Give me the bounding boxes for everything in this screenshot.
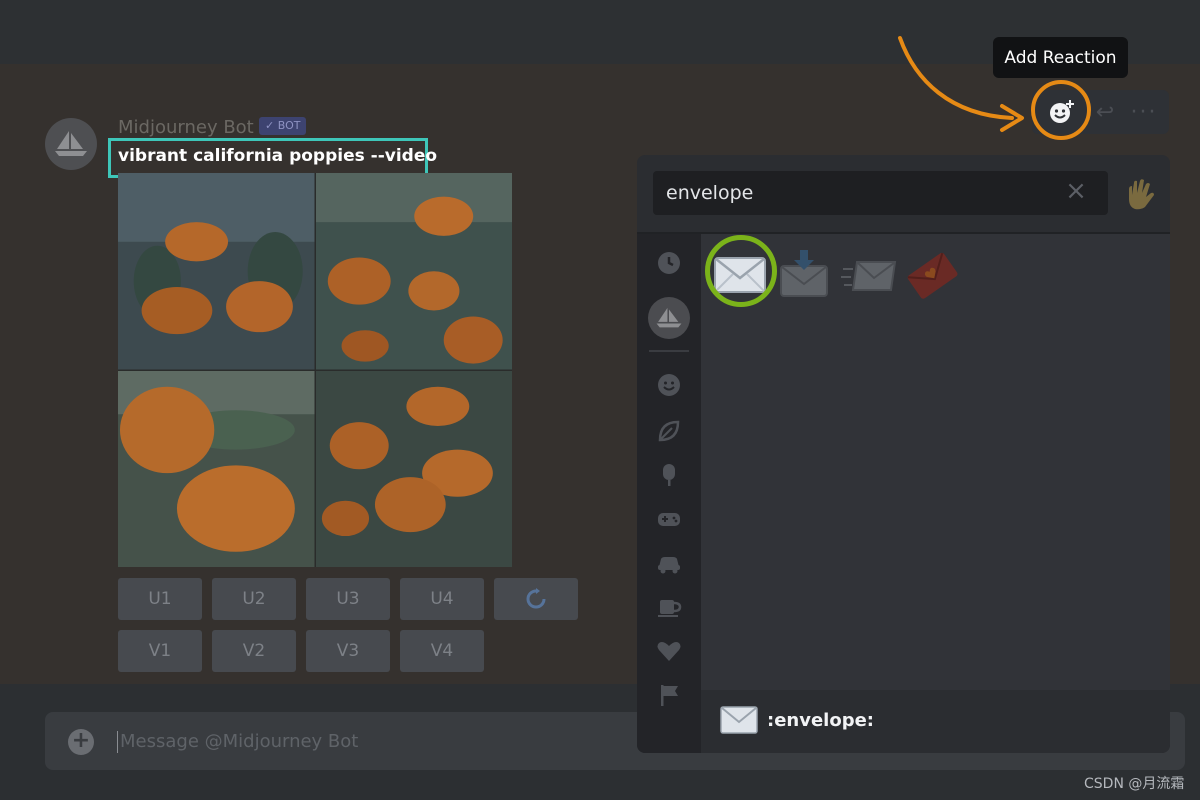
emoji-incoming-envelope[interactable] — [839, 244, 901, 306]
bot-badge: ✓ BOT — [259, 117, 307, 135]
skin-tone-hand-icon[interactable] — [1121, 175, 1159, 213]
u1-button[interactable]: U1 — [118, 578, 202, 620]
emoji-search-value: envelope — [666, 182, 754, 204]
symbols-heart-icon[interactable] — [654, 636, 684, 666]
activities-gamepad-icon[interactable] — [654, 504, 684, 534]
emoji-envelope-with-arrow[interactable] — [773, 244, 835, 306]
image-tile-2[interactable] — [315, 173, 512, 370]
love-letter-icon — [907, 252, 958, 299]
v4-button[interactable]: V4 — [400, 630, 484, 672]
upscale-button-row: U1 U2 U3 U4 — [118, 578, 578, 620]
v2-button[interactable]: V2 — [212, 630, 296, 672]
u4-button[interactable]: U4 — [400, 578, 484, 620]
food-popsicle-icon[interactable] — [654, 460, 684, 490]
envelope-with-arrow-icon — [780, 250, 828, 297]
sailboat-icon — [55, 131, 87, 156]
v3-button[interactable]: V3 — [306, 630, 390, 672]
recent-clock-icon[interactable] — [654, 248, 684, 278]
incoming-envelope-icon — [841, 261, 897, 291]
emoji-preview-footer: :envelope: — [701, 690, 1170, 753]
reroll-button[interactable] — [494, 578, 578, 620]
message-username[interactable]: Midjourney Bot — [118, 117, 254, 138]
v1-button[interactable]: V1 — [118, 630, 202, 672]
message-placeholder: Message @Midjourney Bot — [120, 731, 359, 752]
add-reaction-highlight — [1031, 80, 1091, 140]
bot-avatar[interactable] — [45, 118, 97, 170]
people-smile-icon[interactable] — [654, 370, 684, 400]
category-separator — [649, 350, 689, 352]
emoji-picker: envelope ×:envelope: — [637, 155, 1170, 753]
image-tile-4[interactable] — [315, 370, 512, 567]
clear-search-icon[interactable]: × — [1063, 178, 1089, 205]
flags-flag-icon[interactable] — [654, 680, 684, 710]
message-prompt: vibrant california poppies --video — [118, 146, 438, 166]
text-caret — [117, 731, 118, 753]
nature-leaf-icon[interactable] — [654, 416, 684, 446]
emoji-category-rail — [637, 234, 701, 753]
objects-cup-icon[interactable] — [654, 592, 684, 622]
add-reaction-tooltip: Add Reaction — [993, 37, 1128, 78]
variation-button-row: V1 V2 V3 V4 — [118, 630, 484, 672]
refresh-icon — [526, 588, 546, 609]
attach-plus-icon[interactable]: + — [68, 729, 94, 755]
image-grid[interactable] — [118, 173, 512, 567]
selected-emoji-highlight — [705, 235, 777, 307]
u2-button[interactable]: U2 — [212, 578, 296, 620]
travel-car-icon[interactable] — [654, 548, 684, 578]
more-icon[interactable]: ··· — [1124, 90, 1164, 134]
watermark: CSDN @月流霜 — [1084, 776, 1185, 792]
midjourney-server-icon[interactable] — [648, 297, 690, 339]
image-tile-1[interactable] — [118, 173, 315, 370]
image-tile-3[interactable] — [118, 370, 315, 567]
emoji-preview-name: :envelope: — [767, 710, 874, 731]
reply-icon[interactable]: ↩ — [1088, 90, 1122, 134]
emoji-search-bar: envelope × — [637, 155, 1170, 233]
envelope-icon — [720, 706, 758, 734]
emoji-results — [701, 234, 1170, 690]
u3-button[interactable]: U3 — [306, 578, 390, 620]
emoji-love-letter[interactable] — [901, 244, 963, 306]
